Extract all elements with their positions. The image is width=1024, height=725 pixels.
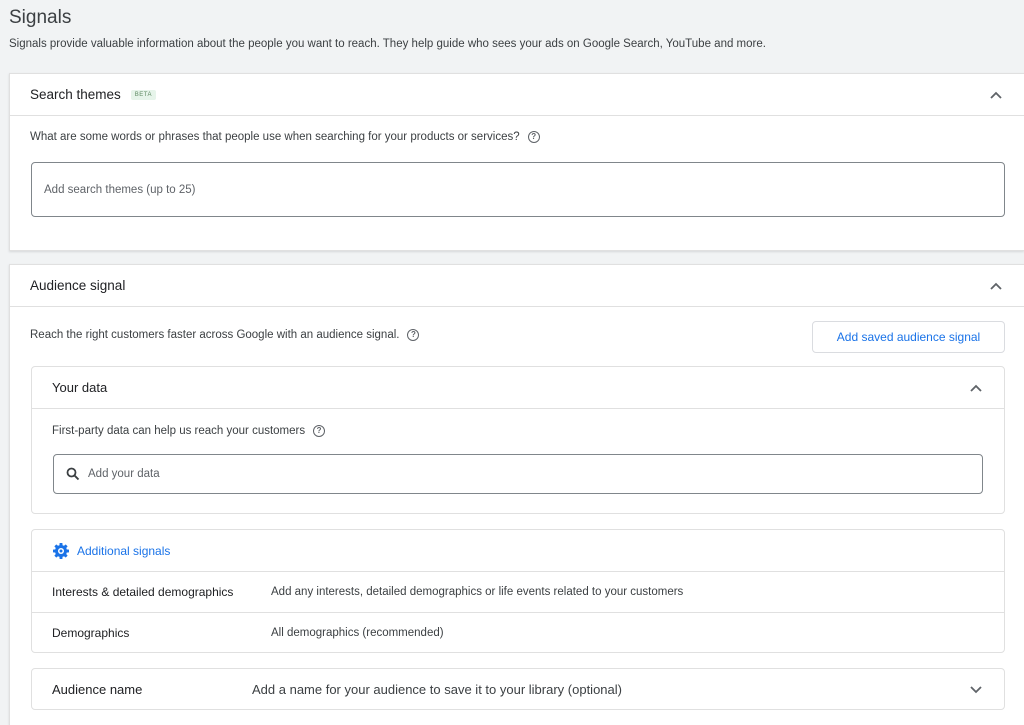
audience-signal-description: Reach the right customers faster across … [30, 329, 400, 342]
audience-name-section[interactable]: Audience name Add a name for your audien… [31, 668, 1005, 710]
beta-badge: BETA [130, 89, 157, 100]
additional-signals-section: Additional signals Interests & detailed … [31, 529, 1005, 653]
page-title: Signals [9, 7, 72, 28]
demographics-value: All demographics (recommended) [271, 627, 444, 639]
page-description: Signals provide valuable information abo… [9, 38, 766, 50]
interests-label: Interests & detailed demographics [52, 585, 234, 599]
add-saved-audience-signal-button[interactable]: Add saved audience signal [812, 321, 1005, 353]
interests-value: Add any interests, detailed demographics… [271, 586, 684, 598]
demographics-label: Demographics [52, 626, 130, 640]
your-data-description: First-party data can help us reach your … [52, 425, 306, 438]
audience-signal-card: Audience signal Reach the right customer… [9, 264, 1024, 725]
your-data-search-input[interactable]: Add your data [53, 454, 983, 494]
search-themes-header[interactable]: Search themes BETA [10, 74, 1024, 116]
your-data-placeholder: Add your data [88, 468, 160, 480]
your-data-title: Your data [52, 380, 108, 395]
gear-icon [52, 542, 70, 560]
demographics-row[interactable]: Demographics All demographics (recommend… [32, 612, 1004, 653]
search-themes-question: What are some words or phrases that peop… [30, 131, 520, 144]
additional-signals-title: Additional signals [77, 543, 171, 558]
help-icon[interactable]: ? [313, 425, 326, 437]
help-icon[interactable]: ? [407, 329, 420, 341]
additional-signals-header[interactable]: Additional signals [32, 530, 1004, 571]
audience-signal-title: Audience signal [30, 278, 126, 293]
your-data-header[interactable]: Your data [32, 367, 1004, 409]
chevron-up-icon[interactable] [988, 87, 1004, 103]
search-themes-card: Search themes BETA What are some words o… [9, 73, 1024, 251]
search-themes-input[interactable]: Add search themes (up to 25) [31, 162, 1005, 217]
search-themes-title: Search themes [30, 87, 121, 102]
search-themes-placeholder: Add search themes (up to 25) [44, 183, 196, 196]
audience-signal-header[interactable]: Audience signal [10, 265, 1024, 307]
interests-row[interactable]: Interests & detailed demographics Add an… [32, 571, 1004, 612]
help-icon[interactable]: ? [527, 131, 540, 143]
search-icon [66, 467, 80, 481]
audience-name-placeholder: Add a name for your audience to save it … [252, 681, 622, 697]
audience-name-label: Audience name [52, 681, 143, 697]
chevron-up-icon[interactable] [968, 380, 984, 396]
chevron-up-icon[interactable] [988, 278, 1004, 294]
chevron-down-icon[interactable] [968, 681, 984, 697]
your-data-section: Your data First-party data can help us r… [31, 366, 1005, 514]
